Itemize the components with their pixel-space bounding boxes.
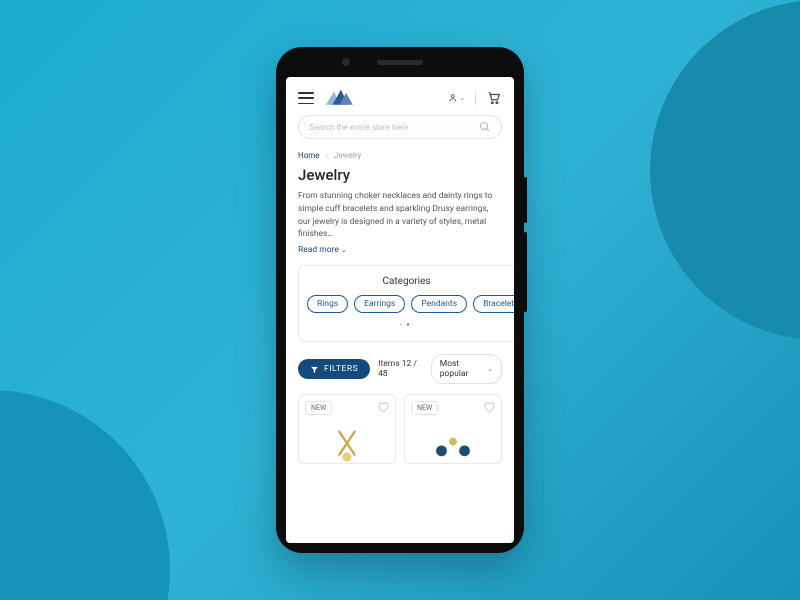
app-header: ⌄ [286, 77, 514, 115]
product-image [309, 427, 386, 464]
listing-toolbar: FILTERS Items 12 / 48 Most popular⌄ [286, 342, 514, 394]
product-grid: NEW NEW [286, 394, 514, 464]
categories-panel: Categories Rings Earrings Pendants Brace… [298, 265, 514, 342]
filter-icon [310, 365, 319, 374]
wishlist-icon[interactable] [483, 401, 495, 413]
chevron-down-icon: ⌄ [341, 246, 347, 254]
search-input[interactable] [309, 123, 479, 132]
breadcrumb-current: Jewelry [334, 151, 361, 160]
page-description: From stunning choker necklaces and daint… [286, 190, 514, 243]
category-chip[interactable]: Pendants [411, 295, 467, 313]
header-divider [475, 91, 476, 105]
product-image [415, 427, 492, 464]
chevron-down-icon: ⌄ [487, 365, 493, 373]
page-title: Jewelry [286, 166, 514, 190]
new-badge: NEW [411, 401, 438, 415]
breadcrumb-separator: › [326, 151, 328, 160]
category-chip[interactable]: Earrings [354, 295, 405, 313]
categories-heading: Categories [299, 276, 514, 287]
breadcrumb-home[interactable]: Home [298, 151, 320, 160]
category-chips[interactable]: Rings Earrings Pendants Bracelets Ne [299, 295, 514, 313]
account-icon[interactable]: ⌄ [449, 90, 465, 106]
cart-icon[interactable] [486, 90, 502, 106]
phone-frame: ⌄ [276, 47, 524, 553]
wishlist-icon[interactable] [377, 401, 389, 413]
breadcrumb: Home › Jewelry [286, 149, 514, 166]
search-icon[interactable] [479, 121, 491, 133]
menu-icon[interactable] [298, 92, 314, 104]
new-badge: NEW [305, 401, 332, 415]
product-card[interactable]: NEW [404, 394, 502, 464]
product-card[interactable]: NEW [298, 394, 396, 464]
category-chip[interactable]: Rings [307, 295, 348, 313]
item-count: Items 12 / 48 [378, 359, 423, 379]
carousel-dots[interactable]: •• [299, 321, 514, 331]
filters-button[interactable]: FILTERS [298, 359, 370, 379]
search-bar[interactable] [298, 115, 502, 139]
read-more-link[interactable]: Read more⌄ [286, 243, 514, 265]
sort-dropdown[interactable]: Most popular⌄ [431, 354, 502, 384]
category-chip[interactable]: Bracelets [473, 295, 514, 313]
app-screen: ⌄ [286, 77, 514, 543]
brand-logo[interactable] [324, 87, 358, 109]
